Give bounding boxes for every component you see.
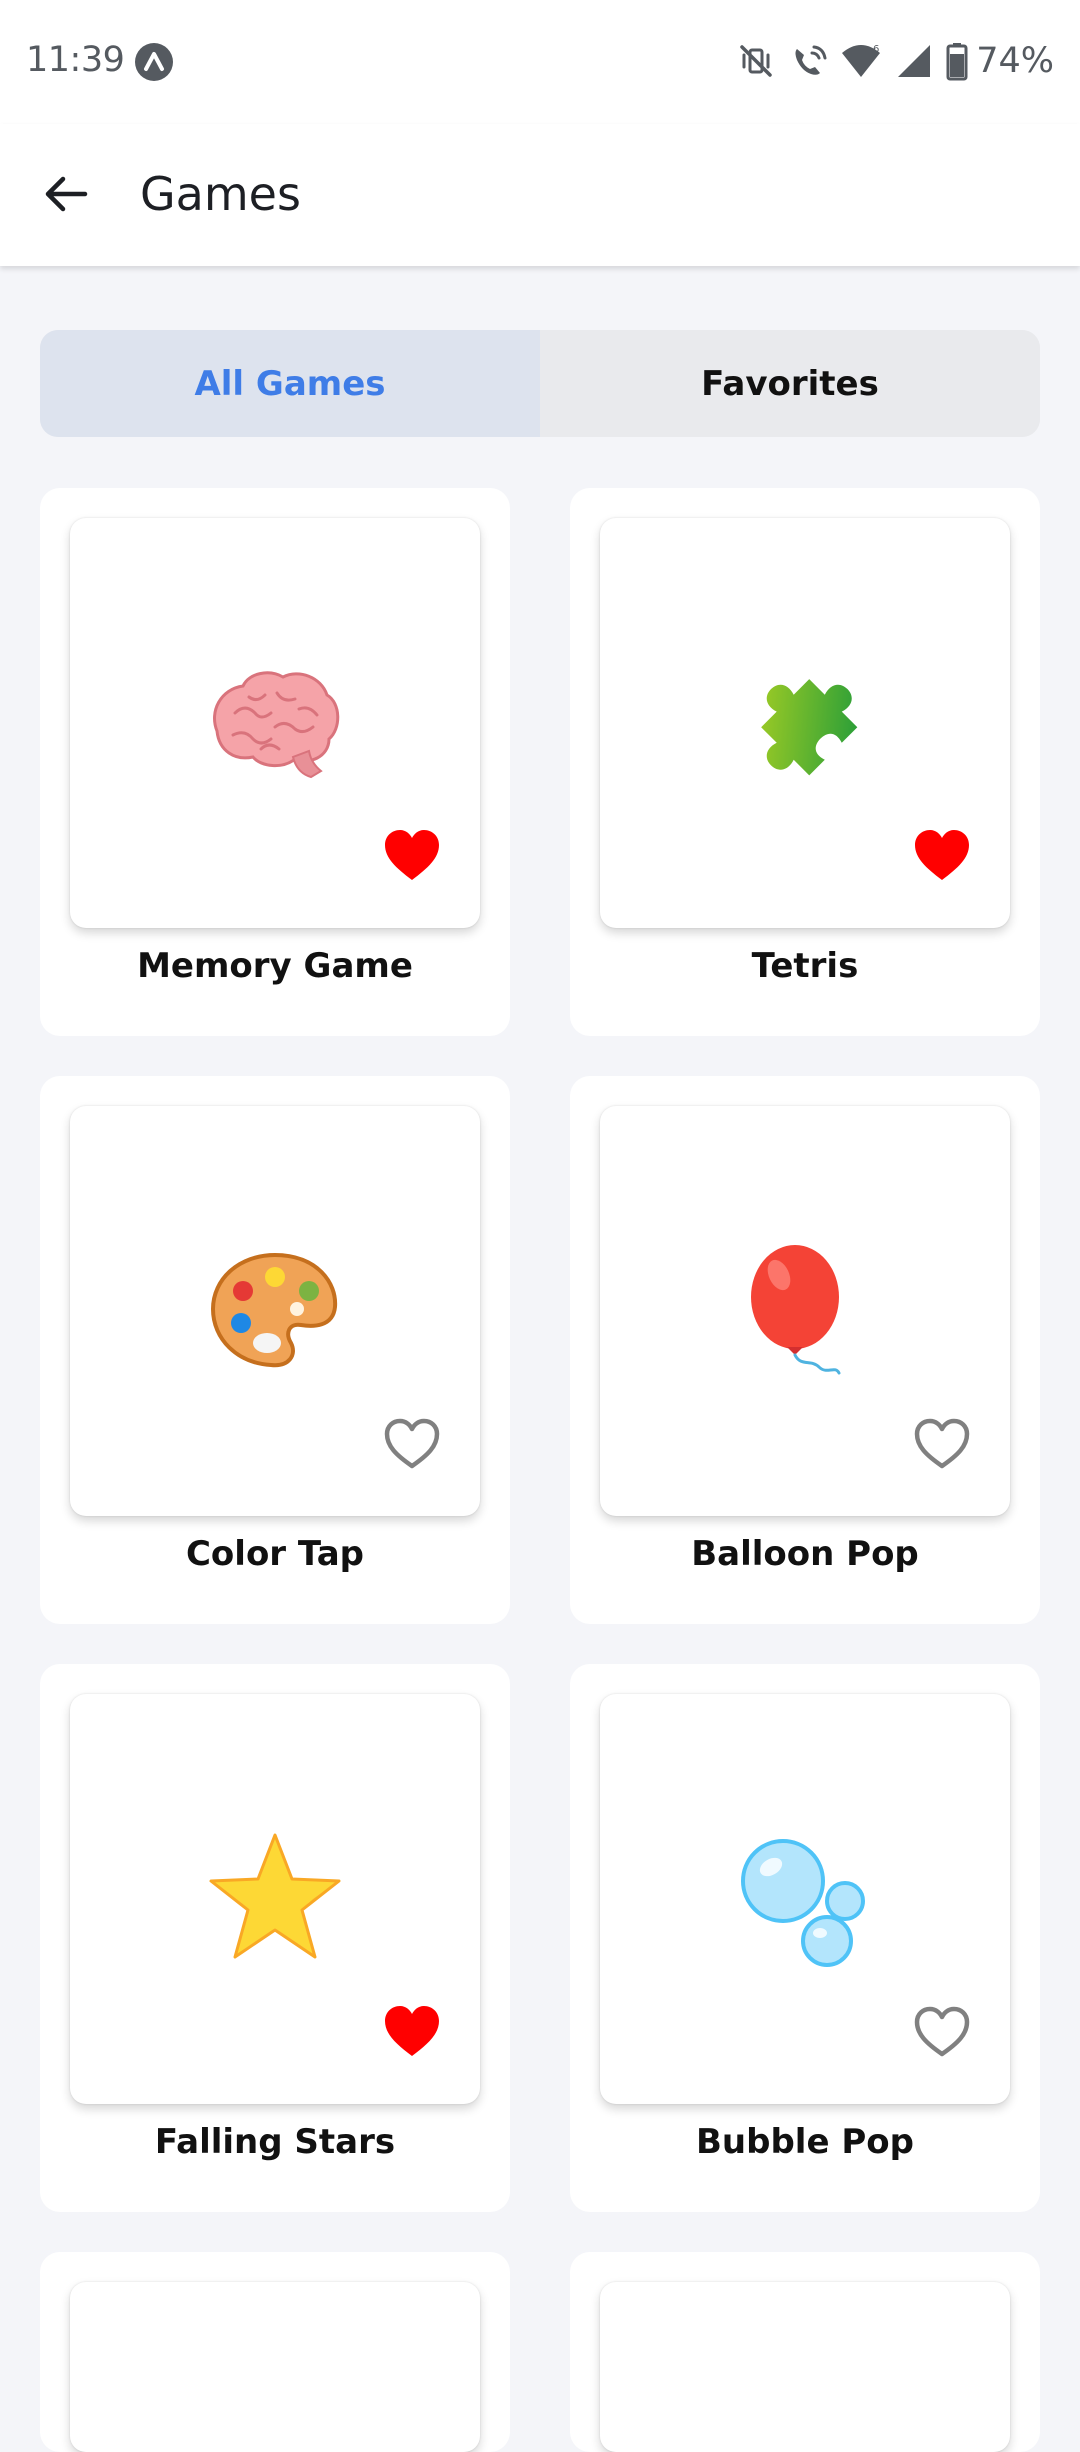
svg-text:6: 6: [873, 44, 879, 55]
game-card-falling-stars[interactable]: Falling Stars: [40, 1664, 510, 2212]
game-card-bubble-pop[interactable]: Bubble Pop: [570, 1664, 1040, 2212]
arrow-left-icon: [45, 176, 88, 212]
game-title: Color Tap: [185, 1534, 365, 1574]
mute-vibrate-icon: [736, 41, 776, 81]
favorite-heart-outline-icon[interactable]: [912, 1416, 972, 1472]
battery-percent: 74%: [976, 41, 1054, 81]
game-card-memory-game[interactable]: Memory Game: [40, 488, 510, 1036]
games-grid: Memory Game Tetris Color Tap Balloon Pop…: [40, 488, 1040, 2452]
game-thumbnail[interactable]: [600, 2282, 1010, 2452]
wifi-icon: 6: [840, 41, 882, 81]
wifi-call-icon: [788, 41, 828, 81]
app-bar: Games: [0, 124, 1080, 266]
page-title: Games: [140, 167, 301, 221]
puzzle-piece-icon: [735, 653, 875, 793]
balloon-icon: [735, 1241, 875, 1381]
artist-palette-icon: [205, 1241, 345, 1381]
brain-icon: [205, 653, 345, 793]
game-thumbnail[interactable]: [70, 2282, 480, 2452]
game-title: Falling Stars: [154, 2122, 396, 2162]
game-title: Bubble Pop: [696, 2122, 914, 2162]
favorite-heart-filled-icon[interactable]: [382, 2004, 442, 2060]
game-thumbnail[interactable]: [600, 518, 1010, 928]
game-title: Tetris: [751, 946, 859, 986]
game-card-balloon-pop[interactable]: Balloon Pop: [570, 1076, 1040, 1624]
signal-icon: [894, 41, 934, 81]
game-thumbnail[interactable]: [70, 518, 480, 928]
bubbles-icon: [735, 1829, 875, 1969]
game-card-color-tap[interactable]: Color Tap: [40, 1076, 510, 1624]
game-thumbnail[interactable]: [70, 1106, 480, 1516]
game-thumbnail[interactable]: [70, 1694, 480, 2104]
back-button[interactable]: [26, 154, 106, 234]
game-card-tetris[interactable]: Tetris: [570, 488, 1040, 1036]
game-card-partial[interactable]: [570, 2252, 1040, 2452]
favorite-heart-outline-icon[interactable]: [912, 2004, 972, 2060]
game-card-partial[interactable]: [40, 2252, 510, 2452]
games-tab-bar: All Games Favorites: [40, 330, 1040, 437]
game-thumbnail[interactable]: [600, 1694, 1010, 2104]
game-thumbnail[interactable]: [600, 1106, 1010, 1516]
game-title: Balloon Pop: [691, 1534, 919, 1574]
tab-favorites[interactable]: Favorites: [540, 330, 1040, 437]
status-icons: 6 74%: [736, 38, 1054, 84]
tab-all-games[interactable]: All Games: [40, 330, 540, 437]
app-notification-icon: [134, 42, 174, 82]
status-bar: 11:39 6 74%: [0, 0, 1080, 124]
battery-icon: [946, 41, 968, 81]
favorite-heart-filled-icon[interactable]: [912, 828, 972, 884]
status-time: 11:39: [26, 40, 125, 80]
favorite-heart-outline-icon[interactable]: [382, 1416, 442, 1472]
star-icon: [205, 1829, 345, 1969]
game-title: Memory Game: [137, 946, 413, 986]
favorite-heart-filled-icon[interactable]: [382, 828, 442, 884]
